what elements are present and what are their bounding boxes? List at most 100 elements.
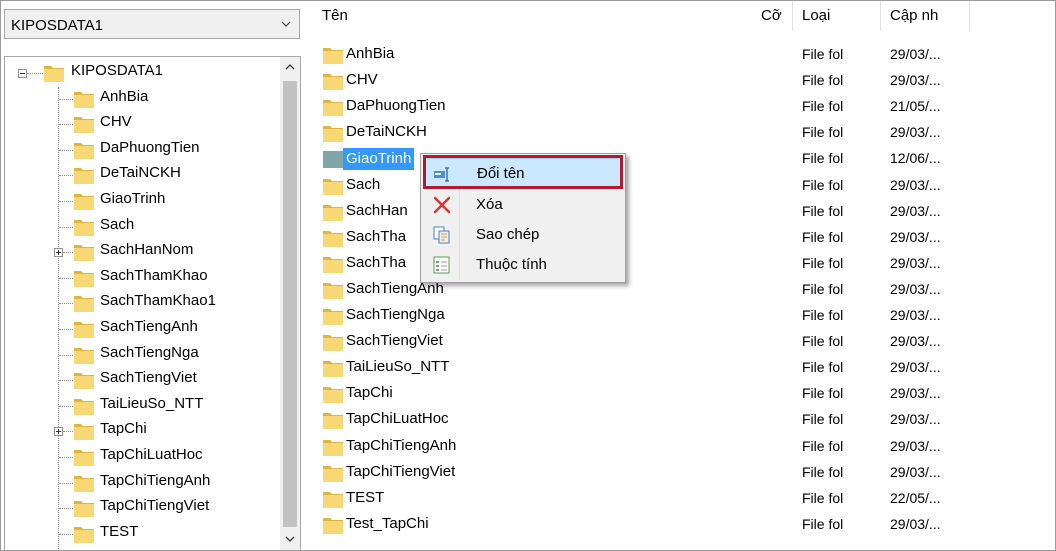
tree-item[interactable]: DaPhuongTien [5,138,275,162]
list-header: Tên Cỡ Loại Cập nh [313,1,1055,31]
tree-item[interactable]: CHV [5,112,275,136]
file-type: File fol [802,202,844,219]
folder-tree[interactable]: KIPOSDATA1 AnhBia CHV DaPhuongTien DeTaiNCKH… [4,56,301,550]
tree-item[interactable]: GiaoTrinh [5,189,275,213]
chevron-down-icon[interactable] [277,14,295,34]
file-date: 29/03/... [890,333,941,350]
file-type: File fol [802,228,844,245]
column-divider[interactable] [969,1,970,31]
tree-item[interactable]: Sach [5,215,275,239]
drive-dropdown[interactable]: KIPOSDATA1 [4,9,300,39]
tree-item[interactable]: SachTiengViet [5,368,275,392]
tree-item-label: CHV [100,113,132,131]
tree-item[interactable]: SachThamKhao [5,266,275,290]
tree-item-label: DeTaiNCKH [100,164,181,182]
column-header-name[interactable]: Tên [313,1,763,31]
folder-icon [73,267,95,289]
file-name: TapChi [346,384,393,402]
tree-scrollbar[interactable] [280,57,300,550]
file-row[interactable]: CHV File fol 29/03/... [313,68,1055,94]
file-row[interactable]: DeTaiNCKH File fol 29/03/... [313,120,1055,146]
file-row[interactable]: SachTiengViet File fol 29/03/... [313,329,1055,355]
scroll-up-icon[interactable] [280,57,300,77]
menu-item-copy[interactable]: Sao chép [424,220,622,250]
file-row[interactable]: SachTiengNga File fol 29/03/... [313,303,1055,329]
file-name: Test_TapChi [346,514,429,532]
file-type: File fol [802,176,844,193]
file-row[interactable]: TapChiLuatHoc File fol 29/03/... [313,407,1055,433]
file-name: TapChiTiengAnh [346,436,457,454]
file-type: File fol [802,385,844,402]
file-type: File fol [802,46,844,62]
folder-icon [73,190,95,212]
scrollbar-thumb[interactable] [283,81,297,527]
file-name: DaPhuongTien [346,97,446,115]
tree-item[interactable]: DeTaiNCKH [5,163,275,187]
tree-connector [59,226,73,228]
file-date: 21/05/... [890,98,941,115]
tree-item[interactable]: TapChi [5,419,275,443]
file-row[interactable]: AnhBia File fol 29/03/... [313,42,1055,68]
file-date: 29/03/... [890,280,941,297]
tree-item-label: AnhBia [100,87,149,105]
tree-item-root[interactable]: KIPOSDATA1 [5,61,275,85]
column-header-size-label: Cỡ [761,7,782,24]
file-type: File fol [802,333,844,350]
expand-icon[interactable] [54,427,63,437]
column-header-date-label: Cập nh [890,7,939,24]
file-type: File fol [802,124,844,141]
file-date: 29/03/... [890,359,941,376]
file-row[interactable]: TapChi File fol 29/03/... [313,381,1055,407]
tree-item[interactable]: TapChiTiengAnh [5,471,275,495]
file-row[interactable]: TEST File fol 22/05/... [313,486,1055,512]
folder-icon [73,318,95,340]
menu-item-properties[interactable]: Thuộc tính [424,250,622,280]
file-date: 29/03/... [890,437,941,454]
file-type: File fol [802,280,844,297]
file-type: File fol [802,307,844,323]
tree-connector [59,457,73,458]
tree-item[interactable]: TapChiLuatHoc [5,445,275,469]
tree-item[interactable]: Test_TapChi [5,547,275,550]
tree-item-label: Sach [100,215,135,233]
file-row[interactable]: DaPhuongTien File fol 21/05/... [313,94,1055,120]
tree-connector [59,175,73,177]
folder-icon [322,514,344,536]
tree-connector [59,98,73,100]
folder-icon [73,88,95,110]
tree-connector [59,329,73,330]
tree-item[interactable]: TapChiTiengViet [5,496,275,520]
tree-item[interactable]: SachHanNom [5,240,275,264]
file-row[interactable]: TapChiTiengViet File fol 29/03/... [313,460,1055,486]
file-date: 29/03/... [890,307,941,323]
menu-item-delete[interactable]: Xóa [424,190,622,220]
scroll-down-icon[interactable] [280,529,300,549]
file-row[interactable]: TapChiTiengAnh File fol 29/03/... [313,434,1055,460]
folder-icon [73,395,95,417]
column-header-type[interactable]: Loại [793,1,881,31]
file-type: File fol [802,359,844,376]
column-header-size[interactable]: Cỡ [753,1,793,31]
folder-icon [322,44,344,66]
file-name: GiaoTrinh [343,148,415,171]
column-header-date[interactable]: Cập nh [881,1,969,31]
tree-item[interactable]: AnhBia [5,87,275,111]
file-row[interactable]: TaiLieuSo_NTT File fol 29/03/... [313,355,1055,381]
tree-item[interactable]: TaiLieuSo_NTT [5,394,275,418]
file-row[interactable]: Test_TapChi File fol 29/03/... [313,512,1055,538]
tree-item[interactable]: TEST [5,522,275,546]
file-name: SachTiengNga [346,306,445,323]
column-header-name-label: Tên [322,7,348,24]
tree-item[interactable]: SachTiengNga [5,343,275,367]
tree-item[interactable]: SachTiengAnh [5,317,275,341]
menu-item-label: Thuộc tính [476,256,547,273]
folder-icon [322,96,344,118]
tree-item[interactable]: SachThamKhao1 [5,291,275,315]
file-type: File fol [802,463,844,480]
file-date: 12/06/... [890,150,941,167]
folder-icon [322,201,344,223]
expand-icon[interactable] [54,248,63,258]
folder-icon [322,462,344,484]
file-date: 29/03/... [890,228,941,245]
collapse-icon[interactable] [18,69,27,78]
